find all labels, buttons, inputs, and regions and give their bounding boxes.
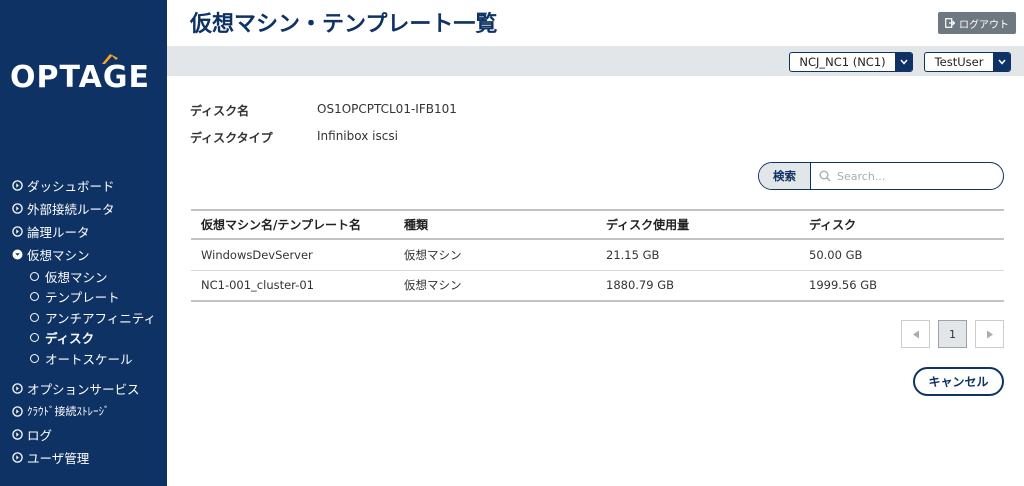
sidebar-item-label: ｸﾗｳﾄﾞ接続ｽﾄﾚｰｼﾞ xyxy=(27,405,110,418)
circle-arrow-icon xyxy=(12,180,23,191)
search-box: 検索 xyxy=(758,162,1004,190)
circle-arrow-icon xyxy=(12,203,23,214)
circle-bullet-icon xyxy=(30,353,39,363)
circle-arrow-icon xyxy=(12,405,23,417)
cell-disk-usage: 21.15 GB xyxy=(596,239,799,271)
sidebar-subitem-disk[interactable]: ディスク xyxy=(12,328,167,349)
sidebar-item-dashboard[interactable]: ダッシュボード xyxy=(12,174,167,197)
tenant-select[interactable]: NCJ_NC1 (NC1) xyxy=(789,52,913,72)
cancel-button[interactable]: キャンセル xyxy=(913,367,1004,396)
sidebar-subitem-label: アンチアフィニティ xyxy=(45,310,157,326)
sidebar-item-label: オプションサービス xyxy=(27,381,140,397)
circle-arrow-icon xyxy=(12,451,23,463)
table-row[interactable]: NC1-001_cluster-01 仮想マシン 1880.79 GB 1999… xyxy=(191,270,1004,302)
disk-type-value: Infinibox iscsi xyxy=(317,129,398,143)
sidebar-subitem-anti-affinity[interactable]: アンチアフィニティ xyxy=(12,307,167,328)
user-select-value: TestUser xyxy=(934,55,984,69)
disk-name-label: ディスク名 xyxy=(190,104,250,118)
next-page-button[interactable] xyxy=(975,320,1004,348)
sidebar-item-label: 論理ルータ xyxy=(27,225,90,240)
circle-arrow-icon xyxy=(12,226,23,237)
sidebar-item-label: 仮想マシン xyxy=(27,248,90,263)
pagination: 1 xyxy=(893,320,1004,348)
circle-bullet-icon xyxy=(30,333,39,343)
sidebar-item-user-management[interactable]: ユーザ管理 xyxy=(12,446,167,469)
sidebar-item-cloud-storage[interactable]: ｸﾗｳﾄﾞ接続ｽﾄﾚｰｼﾞ xyxy=(12,400,167,423)
column-header-disk-usage[interactable]: ディスク使用量 xyxy=(596,210,799,239)
context-bar: NCJ_NC1 (NC1) TestUser xyxy=(167,46,1024,76)
cell-disk: 50.00 GB xyxy=(799,239,1004,271)
logo-accent-icon xyxy=(102,54,118,64)
cell-name: WindowsDevServer xyxy=(191,239,394,271)
vm-template-table: 仮想マシン名/テンプレート名 種類 ディスク使用量 ディスク WindowsDe… xyxy=(191,209,1004,302)
circle-arrow-down-icon xyxy=(12,249,23,260)
circle-bullet-icon xyxy=(30,292,39,302)
search-button[interactable]: 検索 xyxy=(759,163,811,189)
sidebar-item-option-service[interactable]: オプションサービス xyxy=(12,377,167,400)
cell-disk: 1999.56 GB xyxy=(799,270,1004,302)
column-header-type[interactable]: 種類 xyxy=(394,210,596,239)
sidebar-item-label: ログ xyxy=(27,427,53,443)
cell-name: NC1-001_cluster-01 xyxy=(191,270,394,302)
column-header-disk[interactable]: ディスク xyxy=(799,210,1004,239)
search-field xyxy=(811,163,1003,189)
sidebar-subitem-label: 仮想マシン xyxy=(45,269,108,285)
triangle-left-icon xyxy=(912,330,919,338)
sidebar-item-logical-router[interactable]: 論理ルータ xyxy=(12,220,167,243)
circle-bullet-icon xyxy=(30,312,39,322)
circle-arrow-icon xyxy=(12,382,23,394)
page-title: 仮想マシン・テンプレート一覧 xyxy=(190,12,498,37)
column-header-name[interactable]: 仮想マシン名/テンプレート名 xyxy=(191,210,394,239)
sidebar-item-label: ダッシュボード xyxy=(27,179,115,194)
disk-name-row: ディスク名 OS1OPCPTCL01-IFB101 xyxy=(190,102,457,119)
circle-bullet-icon xyxy=(30,271,39,281)
disk-name-value: OS1OPCPTCL01-IFB101 xyxy=(317,102,457,116)
sidebar-item-log[interactable]: ログ xyxy=(12,423,167,446)
page-number-button[interactable]: 1 xyxy=(938,320,967,348)
sidebar-subitem-label: ディスク xyxy=(45,331,95,347)
sidebar-subitem-virtual-machine[interactable]: 仮想マシン xyxy=(12,266,167,287)
prev-page-button[interactable] xyxy=(901,320,930,348)
sidebar-item-label: 外部接続ルータ xyxy=(27,202,115,217)
chevron-down-icon xyxy=(895,53,912,71)
sidebar-item-virtual-machine[interactable]: 仮想マシン xyxy=(12,243,167,266)
page-header: 仮想マシン・テンプレート一覧 ログアウト xyxy=(167,0,1024,46)
tenant-select-value: NCJ_NC1 (NC1) xyxy=(799,55,886,69)
disk-type-label: ディスクタイプ xyxy=(190,131,273,145)
sidebar: OPTAGE ダッシュボード 外部接続ルータ 論理ルータ 仮想マシン 仮想マシン… xyxy=(0,0,167,486)
cell-type: 仮想マシン xyxy=(394,270,596,302)
sidebar-item-external-router[interactable]: 外部接続ルータ xyxy=(12,197,167,220)
cell-type: 仮想マシン xyxy=(394,239,596,271)
triangle-right-icon xyxy=(986,330,993,338)
user-select[interactable]: TestUser xyxy=(924,52,1011,72)
logout-icon xyxy=(945,18,955,28)
sidebar-subitem-template[interactable]: テンプレート xyxy=(12,287,167,308)
search-input[interactable] xyxy=(837,169,987,183)
circle-arrow-icon xyxy=(12,428,23,440)
logout-button[interactable]: ログアウト xyxy=(938,12,1016,34)
table-row[interactable]: WindowsDevServer 仮想マシン 21.15 GB 50.00 GB xyxy=(191,239,1004,271)
sidebar-subitem-label: テンプレート xyxy=(45,290,120,306)
sidebar-subitem-autoscale[interactable]: オートスケール xyxy=(12,348,167,369)
search-icon xyxy=(819,170,831,182)
logout-label: ログアウト xyxy=(959,19,1009,31)
sidebar-item-label: ユーザ管理 xyxy=(27,450,90,466)
cell-disk-usage: 1880.79 GB xyxy=(596,270,799,302)
sidebar-subitem-label: オートスケール xyxy=(45,351,133,367)
table-header-row: 仮想マシン名/テンプレート名 種類 ディスク使用量 ディスク xyxy=(191,210,1004,239)
nav-gap xyxy=(12,369,167,377)
disk-type-row: ディスクタイプ Infinibox iscsi xyxy=(190,129,398,146)
optage-logo: OPTAGE xyxy=(10,60,150,95)
chevron-down-icon xyxy=(993,53,1010,71)
sidebar-nav: ダッシュボード 外部接続ルータ 論理ルータ 仮想マシン 仮想マシン テンプレート… xyxy=(12,174,167,469)
